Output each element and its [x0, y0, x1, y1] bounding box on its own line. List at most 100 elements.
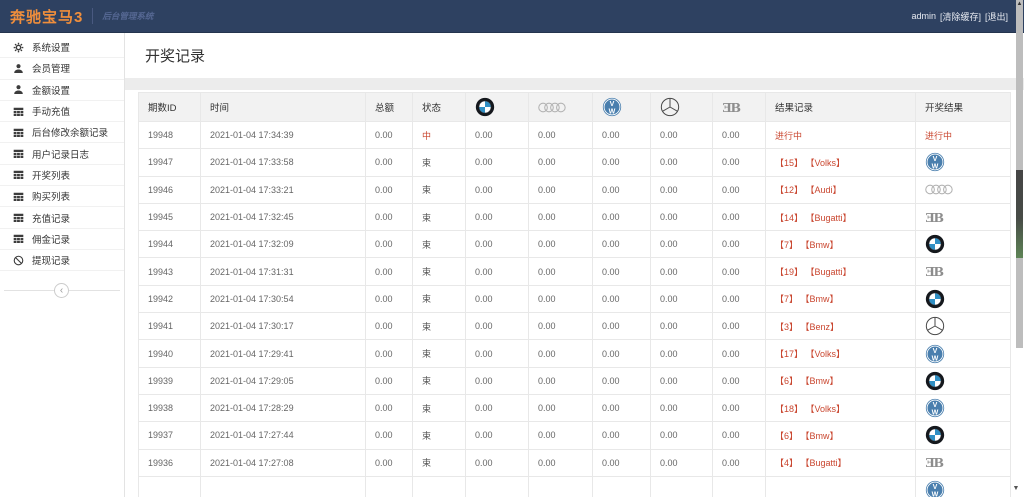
- records-table-wrap: 期数ID时间总额状态VWƎB结果记录开奖结果 199482021-01-04 1…: [125, 90, 1024, 497]
- col-header-total: 总额: [366, 93, 413, 122]
- col-header-volkswagen: VW: [593, 93, 651, 122]
- cell-bugatti-amount: 0.00: [713, 176, 766, 203]
- sidebar-item-2[interactable]: 金额设置: [0, 80, 124, 101]
- table-row: VW: [139, 476, 1011, 497]
- cell-issue-id: 19938: [139, 394, 201, 421]
- cell-status: 束: [413, 258, 466, 285]
- cell-time: 2021-01-04 17:33:58: [201, 149, 366, 176]
- user-icon: [13, 63, 24, 74]
- sidebar-item-7[interactable]: 购买列表: [0, 186, 124, 207]
- cell-issue-id: 19946: [139, 176, 201, 203]
- cell-audi-amount: 0.00: [529, 449, 593, 476]
- table-row: 199422021-01-04 17:30:540.00束0.000.000.0…: [139, 285, 1011, 312]
- svg-text:ƎB: ƎB: [722, 100, 740, 115]
- table-row: 199362021-01-04 17:27:080.00束0.000.000.0…: [139, 449, 1011, 476]
- cell-status: 束: [413, 313, 466, 340]
- cell-time: 2021-01-04 17:27:44: [201, 422, 366, 449]
- sidebar-item-6[interactable]: 开奖列表: [0, 165, 124, 186]
- cell-time: 2021-01-04 17:29:41: [201, 340, 366, 367]
- sidebar-item-0[interactable]: 系统设置: [0, 37, 124, 58]
- audi-icon: [538, 101, 566, 114]
- sidebar-item-9[interactable]: 佣金记录: [0, 229, 124, 250]
- table-icon: [13, 212, 24, 223]
- cell-issue-id: 19945: [139, 203, 201, 230]
- cell-audi-amount: 0.00: [529, 340, 593, 367]
- cell-bugatti-amount: 0.00: [713, 422, 766, 449]
- cell-audi-amount: 0.00: [529, 285, 593, 312]
- clear-cache-link[interactable]: [清除缓存]: [940, 10, 981, 23]
- sidebar-item-5[interactable]: 用户记录日志: [0, 143, 124, 164]
- cell-bugatti-amount: 0.00: [713, 122, 766, 149]
- table-row: 199472021-01-04 17:33:580.00束0.000.000.0…: [139, 149, 1011, 176]
- cell-benz-amount: 0.00: [651, 367, 713, 394]
- cell-benz-amount: 0.00: [651, 340, 713, 367]
- col-header-status: 状态: [413, 93, 466, 122]
- cell-status: 中: [413, 122, 466, 149]
- sidebar: 系统设置会员管理金额设置手动充值后台修改余额记录用户记录日志开奖列表购买列表充值…: [0, 33, 125, 497]
- table-row: 199442021-01-04 17:32:090.00束0.000.000.0…: [139, 231, 1011, 258]
- svg-text:W: W: [932, 408, 939, 416]
- cell-benz-amount: 0.00: [651, 449, 713, 476]
- vw-icon: VW: [925, 344, 945, 364]
- cell-audi-amount: 0.00: [529, 422, 593, 449]
- sidebar-item-label: 会员管理: [32, 61, 70, 75]
- cell-bugatti-amount: 0.00: [713, 394, 766, 421]
- scroll-down-icon[interactable]: ▼: [1010, 483, 1022, 495]
- cell-result-record: 【12】 【Audi】: [766, 176, 916, 203]
- svg-text:ƎB: ƎB: [925, 210, 943, 225]
- user-icon: [13, 84, 24, 95]
- table-row: 199382021-01-04 17:28:290.00束0.000.000.0…: [139, 394, 1011, 421]
- title-divider: [125, 78, 1024, 90]
- cell-audi-amount: 0.00: [529, 176, 593, 203]
- cell-draw-result: VW: [916, 394, 1011, 421]
- cell-audi-amount: 0.00: [529, 394, 593, 421]
- cell-draw-result: [916, 367, 1011, 394]
- cell-issue-id: 19939: [139, 367, 201, 394]
- cell-draw-result: [916, 176, 1011, 203]
- logout-link[interactable]: [退出]: [985, 10, 1008, 23]
- bmw-icon: [925, 425, 945, 445]
- cell-bmw-amount: 0.00: [466, 313, 529, 340]
- app-logo: 奔驰宝马3: [0, 6, 92, 27]
- sidebar-item-8[interactable]: 充值记录: [0, 207, 124, 228]
- vw-icon: VW: [925, 480, 945, 497]
- cell-bmw-amount: 0.00: [466, 285, 529, 312]
- cell-result-record: 进行中: [766, 122, 916, 149]
- cell-result-record: 【4】 【Bugatti】: [766, 449, 916, 476]
- table-icon: [13, 191, 24, 202]
- cell-total: 0.00: [366, 176, 413, 203]
- scrollbar-thumb[interactable]: [1016, 170, 1023, 258]
- cell-total: 0.00: [366, 340, 413, 367]
- sidebar-item-4[interactable]: 后台修改余额记录: [0, 122, 124, 143]
- sidebar-item-1[interactable]: 会员管理: [0, 58, 124, 79]
- sidebar-item-3[interactable]: 手动充值: [0, 101, 124, 122]
- app-subtitle: 后台管理系统: [92, 8, 153, 24]
- bmw-icon: [925, 234, 945, 254]
- cell-bmw-amount: [466, 476, 529, 497]
- cell-draw-result: ƎB: [916, 449, 1011, 476]
- cell-bmw-amount: 0.00: [466, 449, 529, 476]
- cell-total: 0.00: [366, 231, 413, 258]
- cell-issue-id: [139, 476, 201, 497]
- sidebar-collapse-button[interactable]: ‹: [54, 283, 69, 298]
- sidebar-item-10[interactable]: 提现记录: [0, 250, 124, 271]
- cell-status: 束: [413, 149, 466, 176]
- scrollbar-track[interactable]: [1016, 0, 1023, 348]
- cell-draw-result: [916, 231, 1011, 258]
- svg-text:ƎB: ƎB: [925, 455, 943, 470]
- cell-result-record: 【7】 【Bmw】: [766, 231, 916, 258]
- table-row: 199372021-01-04 17:27:440.00束0.000.000.0…: [139, 422, 1011, 449]
- table-row: 199452021-01-04 17:32:450.00束0.000.000.0…: [139, 203, 1011, 230]
- cell-vw-amount: 0.00: [593, 449, 651, 476]
- table-row: 199392021-01-04 17:29:050.00束0.000.000.0…: [139, 367, 1011, 394]
- scroll-up-icon[interactable]: ▲: [1016, 1, 1023, 8]
- cell-total: 0.00: [366, 449, 413, 476]
- sidebar-item-label: 金额设置: [32, 83, 70, 97]
- cell-time: 2021-01-04 17:34:39: [201, 122, 366, 149]
- col-header-bmw: [466, 93, 529, 122]
- cell-total: 0.00: [366, 313, 413, 340]
- cell-issue-id: 19940: [139, 340, 201, 367]
- cell-total: 0.00: [366, 258, 413, 285]
- cell-result-record: 【6】 【Bmw】: [766, 367, 916, 394]
- cell-audi-amount: 0.00: [529, 367, 593, 394]
